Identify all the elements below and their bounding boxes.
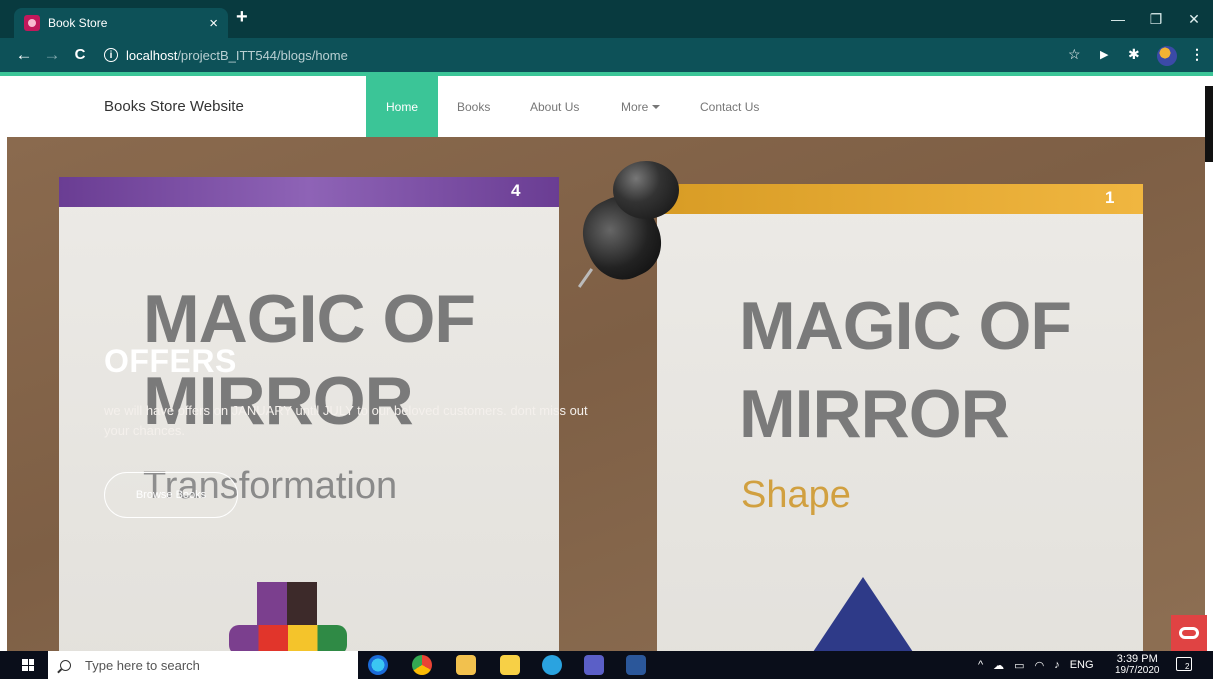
- volume-icon[interactable]: ♪: [1054, 659, 1060, 671]
- star-illustration: [783, 577, 943, 651]
- system-tray: ^ ☁ ▭ ◠ ♪ ENG: [978, 651, 1094, 679]
- teams-icon[interactable]: [584, 655, 604, 675]
- chrome-icon[interactable]: [412, 655, 432, 675]
- new-tab-button[interactable]: +: [236, 6, 248, 29]
- site-navbar: Books Store Website Home Books About Us …: [0, 76, 1213, 137]
- search-icon: [60, 659, 71, 671]
- windows-taskbar: Type here to search ^ ☁ ▭ ◠ ♪ ENG 3:39 P…: [0, 651, 1213, 679]
- url-host: localhost: [126, 47, 178, 63]
- pushpin-head: [613, 161, 679, 219]
- book-number: 1: [1105, 188, 1115, 207]
- profile-avatar[interactable]: [1157, 46, 1177, 66]
- edge-icon[interactable]: [368, 655, 388, 675]
- windows-start-icon[interactable]: [22, 659, 34, 671]
- hat-brim-illustration: [229, 625, 347, 651]
- onedrive-icon[interactable]: ☁: [993, 659, 1004, 672]
- search-placeholder: Type here to search: [85, 657, 200, 673]
- floating-widget-icon[interactable]: [1171, 615, 1207, 651]
- scroll-edge-bar: [1205, 86, 1213, 162]
- browser-toolbar: ← → C i localhost/projectB_ITT544/blogs/…: [0, 38, 1213, 72]
- file-explorer-icon[interactable]: [456, 655, 476, 675]
- book-band: [657, 184, 1143, 214]
- bookmark-star-icon[interactable]: ☆: [1068, 46, 1081, 63]
- site-favicon-icon: [24, 15, 40, 31]
- book-subtitle: Shape: [741, 474, 851, 516]
- nav-more-dropdown[interactable]: More: [603, 76, 678, 137]
- nav-books[interactable]: Books: [439, 76, 508, 137]
- reload-icon[interactable]: C: [70, 46, 90, 63]
- browser-tab[interactable]: Book Store ×: [14, 8, 228, 38]
- restore-button[interactable]: ❐: [1137, 0, 1175, 38]
- extension-play-icon[interactable]: ▶: [1100, 48, 1108, 61]
- tab-close-icon[interactable]: ×: [209, 15, 218, 32]
- site-brand[interactable]: Books Store Website: [104, 98, 244, 115]
- clock-date: 19/7/2020: [1115, 665, 1160, 676]
- window-controls: — ❐ ✕: [1099, 0, 1213, 38]
- tray-expand-icon[interactable]: ^: [978, 659, 983, 671]
- wifi-icon[interactable]: ◠: [1035, 659, 1045, 672]
- extensions-puzzle-icon[interactable]: ✱: [1128, 46, 1140, 63]
- site-info-icon[interactable]: i: [104, 48, 118, 62]
- browser-tab-strip: Book Store × + — ❐ ✕: [0, 0, 1213, 38]
- notification-count: 2: [1185, 662, 1190, 671]
- url-path: /projectB_ITT544/blogs/home: [177, 47, 348, 63]
- taskbar-search-box[interactable]: Type here to search: [48, 651, 358, 679]
- book-band: [59, 177, 559, 207]
- nav-more-label: More: [621, 99, 649, 114]
- hero-carousel: 4 MAGIC OF MIRROR Transformation 1 MAGIC…: [7, 137, 1205, 651]
- telegram-icon[interactable]: [542, 655, 562, 675]
- close-window-button[interactable]: ✕: [1175, 0, 1213, 38]
- language-indicator[interactable]: ENG: [1070, 659, 1094, 671]
- address-bar[interactable]: i localhost/projectB_ITT544/blogs/home: [104, 43, 348, 67]
- word-icon[interactable]: [626, 655, 646, 675]
- browse-books-button[interactable]: Browse Books: [104, 472, 238, 518]
- notification-center-icon[interactable]: 2: [1176, 657, 1192, 671]
- forward-icon[interactable]: →: [42, 45, 62, 65]
- minimize-button[interactable]: —: [1099, 0, 1137, 38]
- book-title-line2: MIRROR: [739, 376, 1010, 452]
- nav-home[interactable]: Home: [366, 76, 438, 137]
- nav-contact-us[interactable]: Contact Us: [682, 76, 777, 137]
- book-number: 4: [511, 181, 521, 200]
- hero-title: OFFERS: [104, 343, 237, 379]
- hero-title-wrap: OFFERS: [104, 343, 237, 380]
- hero-description: we will have offers on JANUARY until JUL…: [104, 403, 588, 438]
- caret-down-icon: [652, 104, 661, 109]
- book-title-line1: MAGIC OF: [739, 288, 1072, 364]
- taskbar-clock[interactable]: 3:39 PM 19/7/2020: [1115, 653, 1160, 677]
- battery-icon[interactable]: ▭: [1014, 659, 1024, 672]
- back-icon[interactable]: ←: [14, 45, 34, 65]
- sticky-notes-icon[interactable]: [500, 655, 520, 675]
- browser-menu-icon[interactable]: ⋮: [1190, 46, 1204, 63]
- nav-about-us[interactable]: About Us: [512, 76, 597, 137]
- tab-title: Book Store: [48, 16, 108, 30]
- clock-time: 3:39 PM: [1116, 653, 1158, 665]
- pushpin-needle: [577, 268, 594, 288]
